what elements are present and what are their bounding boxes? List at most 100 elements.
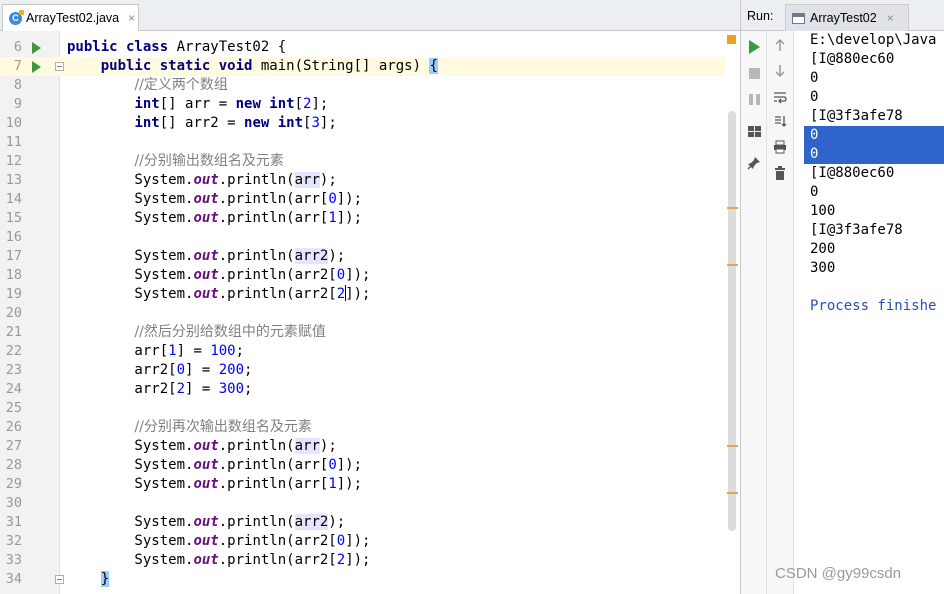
code-text: int[] arr2 = new int[3]; bbox=[134, 115, 337, 131]
process-finished-line: Process finishe bbox=[810, 298, 937, 314]
code-text: System.out.println(arr2[2]); bbox=[67, 285, 371, 302]
run-label: Run: bbox=[747, 9, 774, 23]
code-text: System.out.println(arr); bbox=[67, 172, 337, 188]
code-text: //然后分别给数组中的元素赋值 bbox=[134, 324, 326, 340]
code-line[interactable]: 15 System.out.println(arr[1]); bbox=[0, 209, 740, 228]
code-line[interactable]: 7 public static void main(String[] args)… bbox=[0, 57, 740, 76]
code-line[interactable]: 30 bbox=[0, 494, 740, 513]
line-number: 25 bbox=[5, 400, 22, 416]
line-number: 32 bbox=[5, 533, 22, 549]
code-line[interactable]: 16 bbox=[0, 228, 740, 247]
console-line: 0 bbox=[804, 145, 944, 164]
line-number: 9 bbox=[13, 96, 22, 112]
code-line[interactable]: 18 System.out.println(arr2[0]); bbox=[0, 266, 740, 285]
line-number: 20 bbox=[5, 305, 22, 321]
file-tab-arraytest02[interactable]: C ArrayTest02.java × bbox=[2, 4, 139, 31]
console-line: [I@3f3afe78 bbox=[810, 108, 903, 124]
error-stripe-mark[interactable] bbox=[727, 445, 738, 447]
close-icon[interactable]: × bbox=[887, 11, 894, 25]
console-line: 0 bbox=[810, 70, 819, 86]
stop-icon[interactable] bbox=[746, 65, 762, 81]
line-number: 23 bbox=[5, 362, 22, 378]
line-number: 22 bbox=[5, 343, 22, 359]
console-output[interactable]: E:\develop\Java [I@880ec60 0 0 [I@3f3afe78 0 0… bbox=[804, 31, 944, 594]
error-stripe-mark[interactable] bbox=[727, 207, 738, 209]
code-line[interactable]: 20 bbox=[0, 304, 740, 323]
file-tab-label: ArrayTest02.java bbox=[26, 11, 120, 25]
code-text: System.out.println(arr2[0]); bbox=[67, 267, 371, 283]
console-line: [I@880ec60 bbox=[810, 165, 895, 181]
code-line[interactable]: 10 int[] arr2 = new int[3]; bbox=[0, 114, 740, 133]
code-line[interactable]: 26 //分别再次输出数组名及元素 bbox=[0, 418, 740, 437]
line-number: 26 bbox=[5, 419, 22, 435]
code-line[interactable]: 8 //定义两个数组 bbox=[0, 76, 740, 95]
code-text: //分别输出数组名及元素 bbox=[134, 153, 284, 169]
line-number: 24 bbox=[5, 381, 22, 397]
console-line: 100 bbox=[810, 203, 836, 219]
code-text: //分别再次输出数组名及元素 bbox=[134, 419, 312, 435]
run-config-icon bbox=[792, 12, 805, 24]
rerun-icon[interactable] bbox=[746, 39, 762, 55]
console-line: 300 bbox=[810, 260, 836, 276]
line-number: 21 bbox=[5, 324, 22, 340]
code-line[interactable]: 17 System.out.println(arr2); bbox=[0, 247, 740, 266]
pin-icon[interactable] bbox=[746, 155, 762, 171]
code-line[interactable]: 34 } bbox=[0, 570, 740, 589]
error-stripe[interactable] bbox=[725, 31, 740, 594]
console-line: E:\develop\Java bbox=[810, 32, 937, 48]
code-line[interactable]: 27 System.out.println(arr); bbox=[0, 437, 740, 456]
line-number: 34 bbox=[5, 571, 22, 587]
code-line[interactable]: 22 arr[1] = 100; bbox=[0, 342, 740, 361]
code-line[interactable]: 21 //然后分别给数组中的元素赋值 bbox=[0, 323, 740, 342]
error-stripe-mark[interactable] bbox=[727, 492, 738, 494]
code-line[interactable]: 14 System.out.println(arr[0]); bbox=[0, 190, 740, 209]
code-line[interactable]: 24 arr2[2] = 300; bbox=[0, 380, 740, 399]
code-text: public static void main(String[] args) { bbox=[100, 58, 438, 74]
console-line: 0 bbox=[810, 184, 819, 200]
code-text: System.out.println(arr2); bbox=[67, 248, 346, 264]
run-tool-window: Run: ArrayTest02 × E:\develop\Java [I@88… bbox=[740, 0, 944, 594]
line-number: 28 bbox=[5, 457, 22, 473]
fold-icon[interactable] bbox=[55, 62, 64, 71]
code-line[interactable]: 33 System.out.println(arr2[2]); bbox=[0, 551, 740, 570]
layout-icon[interactable] bbox=[746, 123, 762, 139]
down-arrow-icon[interactable] bbox=[772, 63, 788, 79]
pause-icon[interactable] bbox=[746, 91, 762, 107]
print-icon[interactable] bbox=[772, 139, 788, 155]
up-arrow-icon[interactable] bbox=[772, 37, 788, 53]
code-line[interactable]: 13 System.out.println(arr); bbox=[0, 171, 740, 190]
code-line[interactable]: 29 System.out.println(arr[1]); bbox=[0, 475, 740, 494]
code-line[interactable]: 9 int[] arr = new int[2]; bbox=[0, 95, 740, 114]
fold-icon[interactable] bbox=[55, 575, 64, 584]
code-text: System.out.println(arr2[2]); bbox=[67, 552, 371, 568]
code-line[interactable]: 6 public class ArrayTest02 { bbox=[0, 38, 740, 57]
code-line[interactable]: 32 System.out.println(arr2[0]); bbox=[0, 532, 740, 551]
trash-icon[interactable] bbox=[772, 165, 788, 181]
scroll-to-end-icon[interactable] bbox=[772, 113, 788, 129]
line-number: 11 bbox=[5, 134, 22, 150]
line-number: 17 bbox=[5, 248, 22, 264]
code-line[interactable]: 11 bbox=[0, 133, 740, 152]
run-gutter-icon[interactable] bbox=[32, 61, 41, 73]
code-line[interactable]: 25 bbox=[0, 399, 740, 418]
code-line[interactable]: 31 System.out.println(arr2); bbox=[0, 513, 740, 532]
console-line: [I@3f3afe78 bbox=[810, 222, 903, 238]
code-line[interactable]: 23 arr2[0] = 200; bbox=[0, 361, 740, 380]
code-text: arr2[0] = 200; bbox=[67, 362, 253, 378]
code-line[interactable]: 12 //分别输出数组名及元素 bbox=[0, 152, 740, 171]
editor-scrollbar[interactable] bbox=[728, 111, 736, 531]
run-config-tab[interactable]: ArrayTest02 × bbox=[785, 4, 909, 31]
inspection-warning-icon[interactable] bbox=[727, 35, 736, 44]
error-stripe-mark[interactable] bbox=[727, 264, 738, 266]
code-line[interactable]: 28 System.out.println(arr[0]); bbox=[0, 456, 740, 475]
java-class-icon: C bbox=[9, 9, 24, 25]
close-icon[interactable]: × bbox=[128, 11, 135, 25]
watermark: CSDN @gy99csdn bbox=[775, 565, 902, 582]
code-text: arr[1] = 100; bbox=[67, 343, 245, 359]
soft-wrap-icon[interactable] bbox=[772, 89, 788, 105]
code-line[interactable]: 19 System.out.println(arr2[2]); bbox=[0, 285, 740, 304]
line-number: 14 bbox=[5, 191, 22, 207]
console-line: 0 bbox=[804, 126, 944, 145]
run-gutter-icon[interactable] bbox=[32, 42, 41, 54]
